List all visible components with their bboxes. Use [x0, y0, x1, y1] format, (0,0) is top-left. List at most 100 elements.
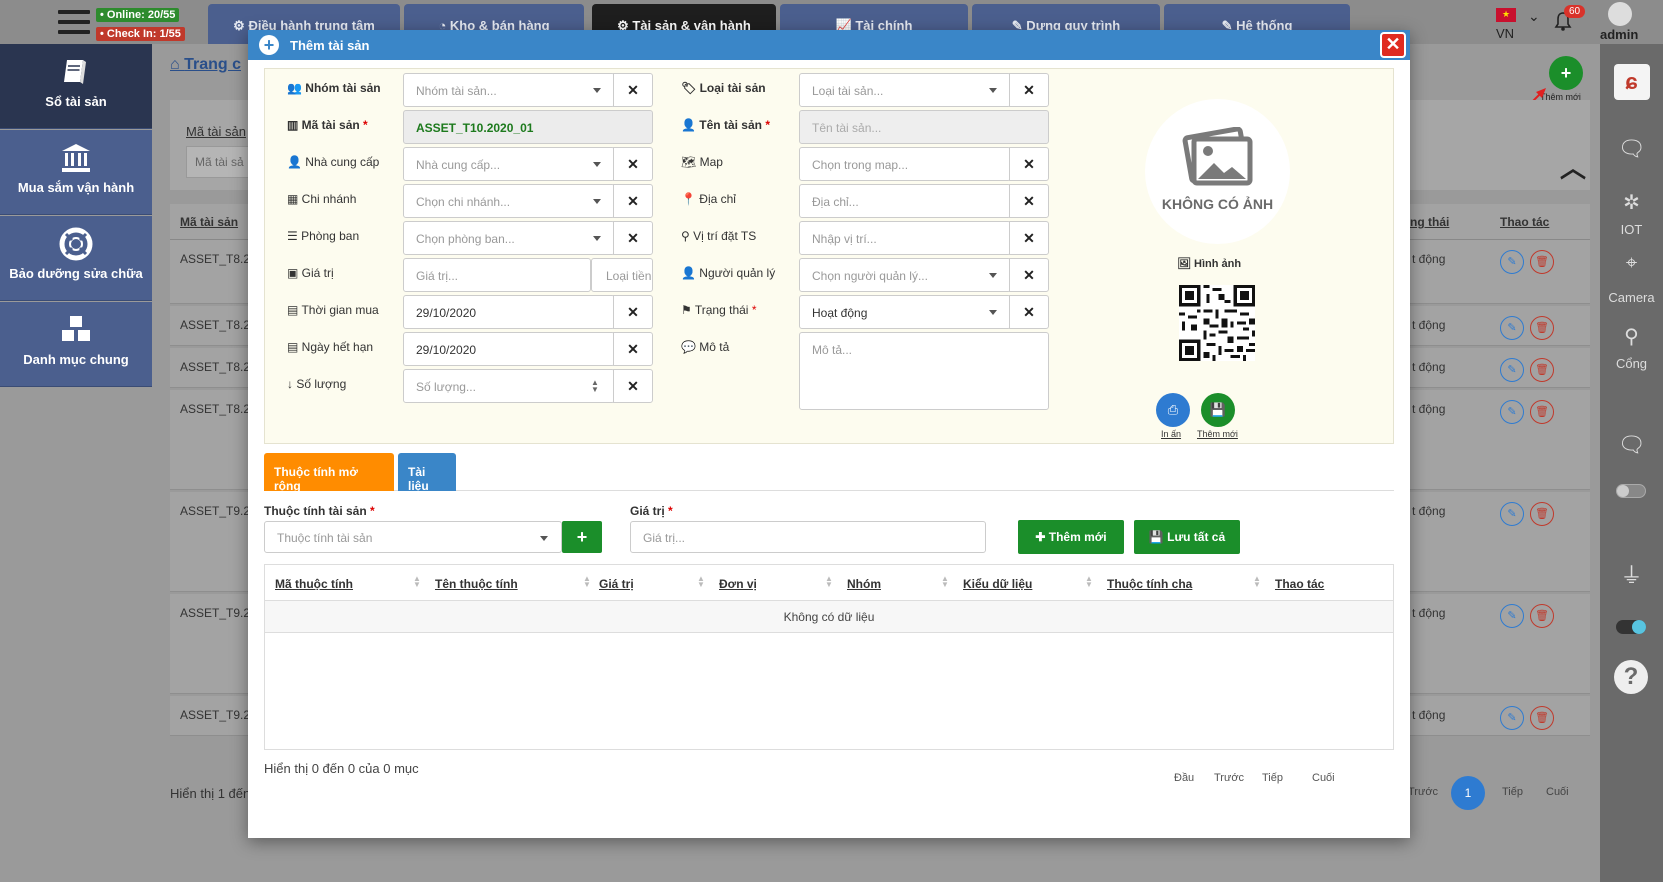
- trash-icon[interactable]: 🗑: [1530, 358, 1554, 382]
- supplier-clear-button[interactable]: ✕: [613, 147, 653, 181]
- col-group[interactable]: Nhóm: [847, 577, 881, 591]
- username-label[interactable]: admin: [1600, 27, 1638, 42]
- dept-clear-button[interactable]: ✕: [613, 221, 653, 255]
- location-input[interactable]: Nhập vị trí...: [799, 221, 1011, 255]
- breadcrumb[interactable]: ⌂ Trang c: [170, 56, 241, 74]
- supplier-select[interactable]: Nhà cung cấp...: [403, 147, 615, 181]
- edit-icon[interactable]: ✎: [1500, 604, 1524, 628]
- iot-icon[interactable]: ✲: [1600, 190, 1663, 215]
- buy-date-clear-button[interactable]: ✕: [613, 295, 653, 329]
- sort-icon[interactable]: ▲ ▼: [697, 575, 705, 589]
- trash-icon[interactable]: 🗑: [1530, 604, 1554, 628]
- buy-date-input[interactable]: 29/10/2020: [403, 295, 615, 329]
- code-input[interactable]: ASSET_T10.2020_01: [403, 110, 653, 144]
- manager-clear-button[interactable]: ✕: [1009, 258, 1049, 292]
- gate-label[interactable]: Cổng: [1600, 356, 1663, 371]
- language-label[interactable]: VN: [1496, 26, 1514, 41]
- tab-documents[interactable]: Tài liệu: [398, 453, 456, 493]
- quantity-clear-button[interactable]: ✕: [613, 369, 653, 403]
- manager-select[interactable]: Chọn người quản lý...: [799, 258, 1011, 292]
- toggle-switch-on[interactable]: [1616, 620, 1646, 634]
- help-icon[interactable]: ?: [1614, 660, 1648, 694]
- edit-icon[interactable]: ✎: [1500, 706, 1524, 730]
- map-input[interactable]: Chọn trong map...: [799, 147, 1011, 181]
- camera-label[interactable]: Camera: [1600, 290, 1663, 305]
- bg-col-status[interactable]: ng thái: [1410, 215, 1449, 229]
- bg-col-action[interactable]: Thao tác: [1500, 215, 1549, 229]
- name-input[interactable]: Tên tài sản...: [799, 110, 1049, 144]
- edit-icon[interactable]: ✎: [1500, 502, 1524, 526]
- toggle-switch-off[interactable]: [1616, 484, 1646, 498]
- gate-icon[interactable]: ⚲: [1600, 324, 1663, 349]
- expire-date-clear-button[interactable]: ✕: [613, 332, 653, 366]
- add-new-button[interactable]: ✚ Thêm mới: [1018, 520, 1124, 554]
- add-asset-button[interactable]: +: [1549, 56, 1583, 90]
- filter-input[interactable]: Mã tài sả: [186, 146, 256, 178]
- collapse-chevron-icon[interactable]: ︿: [1560, 148, 1586, 185]
- pager-first[interactable]: Đầu: [1174, 772, 1194, 784]
- trash-icon[interactable]: 🗑: [1530, 502, 1554, 526]
- save-new-button[interactable]: 💾: [1201, 393, 1235, 427]
- address-clear-button[interactable]: ✕: [1009, 184, 1049, 218]
- stepper-arrows-icon[interactable]: ▲ ▼: [591, 379, 599, 394]
- bg-col-code[interactable]: Mã tài sản: [180, 215, 238, 229]
- type-clear-button[interactable]: ✕: [1009, 73, 1049, 107]
- sort-icon[interactable]: ▲ ▼: [1253, 575, 1261, 589]
- description-textarea[interactable]: Mô tả...: [799, 332, 1049, 410]
- pager-last[interactable]: Cuối: [1312, 772, 1335, 784]
- brand-logo[interactable]: ɕ: [1600, 64, 1663, 100]
- nav-catalog[interactable]: Danh mục chung: [0, 302, 152, 387]
- group-select[interactable]: Nhóm tài sản...: [403, 73, 615, 107]
- trash-icon[interactable]: 🗑: [1530, 706, 1554, 730]
- save-new-label[interactable]: Thêm mới: [1197, 429, 1238, 439]
- col-attr-name[interactable]: Tên thuộc tính: [435, 577, 518, 591]
- branch-select[interactable]: Chọn chi nhánh...: [403, 184, 615, 218]
- dept-select[interactable]: Chọn phòng ban...: [403, 221, 615, 255]
- col-actions[interactable]: Thao tác: [1275, 577, 1324, 591]
- col-data-type[interactable]: Kiểu dữ liệu: [963, 577, 1032, 591]
- bg-pager-last[interactable]: Cuối: [1546, 786, 1569, 798]
- edit-icon[interactable]: ✎: [1500, 400, 1524, 424]
- group-clear-button[interactable]: ✕: [613, 73, 653, 107]
- col-unit[interactable]: Đơn vị: [719, 577, 757, 591]
- print-label[interactable]: In ấn: [1161, 429, 1181, 439]
- bg-pager-prev[interactable]: Trước: [1408, 786, 1438, 798]
- status-clear-button[interactable]: ✕: [1009, 295, 1049, 329]
- nav-procurement[interactable]: Mua sắm vận hành: [0, 130, 152, 215]
- quantity-stepper[interactable]: Số lượng...: [403, 369, 615, 403]
- location-clear-button[interactable]: ✕: [1009, 221, 1049, 255]
- nav-maintenance[interactable]: Bảo dưỡng sửa chữa: [0, 216, 152, 301]
- trash-icon[interactable]: 🗑: [1530, 250, 1554, 274]
- sort-icon[interactable]: ▲ ▼: [413, 575, 421, 589]
- expire-date-input[interactable]: 29/10/2020: [403, 332, 615, 366]
- col-attr-value[interactable]: Giá trị: [599, 577, 634, 591]
- sort-icon[interactable]: ▲ ▼: [941, 575, 949, 589]
- attr-add-button[interactable]: +: [562, 521, 602, 553]
- camera-icon[interactable]: ⌖: [1600, 252, 1663, 275]
- plug-icon[interactable]: ⏚: [1600, 558, 1663, 590]
- no-image-placeholder[interactable]: KHÔNG CÓ ẢNH: [1145, 99, 1290, 244]
- bg-pager-next[interactable]: Tiếp: [1502, 786, 1523, 798]
- map-clear-button[interactable]: ✕: [1009, 147, 1049, 181]
- sort-icon[interactable]: ▲ ▼: [1085, 575, 1093, 589]
- pager-prev[interactable]: Trước: [1214, 772, 1244, 784]
- nav-asset-book[interactable]: Sổ tài sản: [0, 44, 152, 129]
- currency-select[interactable]: Loại tiền: [591, 258, 653, 292]
- chevron-down-icon[interactable]: ⌄: [1528, 8, 1540, 25]
- bg-pager-page[interactable]: 1: [1451, 776, 1485, 810]
- branch-clear-button[interactable]: ✕: [613, 184, 653, 218]
- trash-icon[interactable]: 🗑: [1530, 400, 1554, 424]
- status-select[interactable]: Hoạt động: [799, 295, 1011, 329]
- attr-select[interactable]: Thuộc tính tài sản: [264, 521, 562, 553]
- print-button[interactable]: ⎙: [1156, 393, 1190, 427]
- avatar[interactable]: [1608, 2, 1632, 26]
- save-all-button[interactable]: 💾 Lưu tất cả: [1134, 520, 1240, 554]
- col-parent-attr[interactable]: Thuộc tính cha: [1107, 577, 1192, 591]
- value-input[interactable]: Giá trị...: [403, 258, 591, 292]
- video-chat-icon[interactable]: 🗨: [1600, 136, 1663, 162]
- attr-value-input[interactable]: Giá trị...: [630, 521, 986, 553]
- trash-icon[interactable]: 🗑: [1530, 316, 1554, 340]
- hamburger-menu-icon[interactable]: [58, 10, 90, 38]
- close-button[interactable]: ✕: [1380, 32, 1406, 58]
- edit-icon[interactable]: ✎: [1500, 358, 1524, 382]
